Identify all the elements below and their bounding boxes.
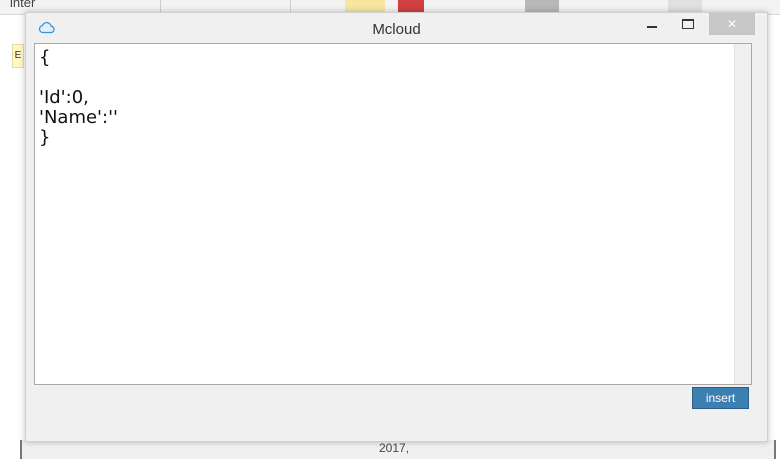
json-editor[interactable]: { 'Id':0, 'Name':'' } <box>34 43 752 385</box>
mcloud-window: Mcloud ✕ { 'Id':0, 'Name':'' } insert <box>25 12 768 442</box>
close-icon: ✕ <box>726 17 738 31</box>
background-divider <box>290 0 291 12</box>
background-red-marker <box>398 0 424 12</box>
maximize-icon <box>682 19 694 29</box>
insert-button[interactable]: insert <box>692 387 749 409</box>
close-button[interactable]: ✕ <box>709 13 755 35</box>
maximize-button[interactable] <box>671 13 705 35</box>
background-highlight <box>345 0 385 12</box>
background-left-tab: E <box>12 44 24 68</box>
background-app-statusbar: 2017, <box>20 440 776 459</box>
minimize-icon <box>647 26 657 28</box>
vertical-scrollbar[interactable] <box>734 44 751 384</box>
background-divider <box>160 0 161 12</box>
title-bar[interactable]: Mcloud ✕ <box>26 13 767 43</box>
editor-content[interactable]: { 'Id':0, 'Name':'' } <box>35 44 751 152</box>
background-app-label: inter <box>10 0 36 10</box>
minimize-button[interactable] <box>635 13 669 35</box>
background-status-text: 2017, <box>379 441 410 455</box>
background-grey-marker <box>668 0 702 12</box>
background-grey-marker <box>525 0 559 12</box>
